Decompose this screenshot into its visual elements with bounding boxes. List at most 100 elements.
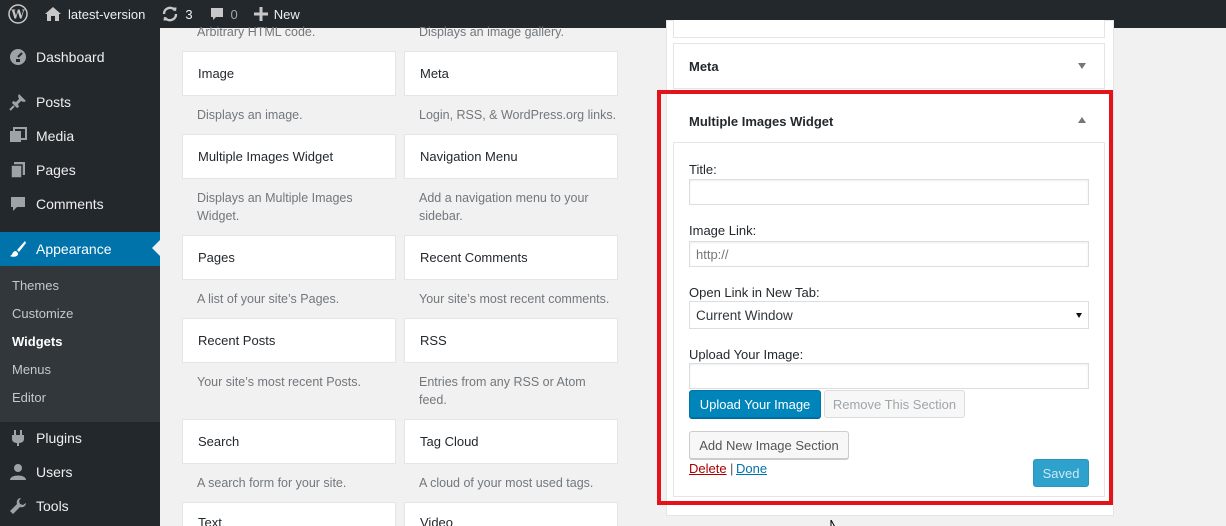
widget-title: Text (198, 515, 222, 526)
submenu-themes[interactable]: Themes (12, 278, 59, 293)
submenu-editor[interactable]: Editor (12, 390, 46, 405)
menu-comments[interactable]: Comments (0, 187, 160, 221)
dashboard-icon (0, 48, 36, 66)
widget-description: Displays an image gallery. (419, 25, 564, 39)
menu-label: Dashboard (36, 49, 105, 65)
submenu-menus[interactable]: Menus (12, 362, 51, 377)
menu-label: Users (36, 464, 73, 480)
widget-description: Arbitrary HTML code. (197, 25, 316, 39)
menu-dashboard[interactable]: Dashboard (0, 40, 160, 74)
widget-description: A cloud of your most used tags. (419, 476, 594, 490)
widget-description: Your site’s most recent Posts. (197, 375, 361, 389)
widget-image[interactable]: Image (182, 51, 396, 96)
upload-label: Upload Your Image: (689, 347, 804, 362)
saved-button[interactable]: Saved (1033, 459, 1089, 487)
done-link[interactable]: Done (736, 461, 767, 476)
home-icon (44, 6, 62, 22)
admin-sidebar: Dashboard Posts Media Pages Comments App… (0, 28, 160, 526)
delete-link[interactable]: Delete (689, 461, 727, 476)
menu-pages[interactable]: Pages (0, 153, 160, 187)
collapse-arrow-icon[interactable] (1078, 117, 1086, 123)
menu-appearance[interactable]: Appearance (0, 232, 160, 266)
image-link-input[interactable] (689, 241, 1089, 267)
upload-image-input[interactable] (689, 363, 1089, 389)
updates-link[interactable]: 3 (153, 0, 200, 28)
widget-description: A search form for your site. (197, 476, 347, 490)
submenu-widgets[interactable]: Widgets (12, 334, 62, 349)
image-link-label: Image Link: (689, 223, 757, 238)
menu-users[interactable]: Users (0, 455, 160, 489)
menu-label: Plugins (36, 430, 82, 446)
upload-image-button[interactable]: Upload Your Image (689, 390, 821, 418)
pages-icon (0, 161, 36, 179)
title-label: Title: (689, 162, 717, 177)
mouse-cursor-icon (830, 517, 840, 526)
paintbrush-icon (0, 240, 36, 258)
remove-section-button[interactable]: Remove This Section (824, 390, 965, 418)
widget-title: Multiple Images Widget (198, 149, 334, 164)
widget-search[interactable]: Search (182, 419, 396, 464)
widget-title: Video (420, 515, 454, 526)
widget-title: Recent Posts (198, 333, 276, 348)
widget-description: Your site’s most recent comments. (419, 292, 610, 306)
widget-title: Recent Comments (420, 250, 528, 265)
widget-description: Entries from any RSS or Atom feed. (419, 375, 586, 407)
menu-label: Tools (36, 498, 69, 514)
updates-count: 3 (185, 6, 193, 22)
wordpress-icon: W (8, 4, 28, 24)
plus-icon (253, 7, 268, 21)
widget-video[interactable]: Video (404, 502, 618, 526)
svg-text:W: W (10, 8, 25, 22)
menu-posts[interactable]: Posts (0, 85, 160, 119)
submenu-customize[interactable]: Customize (12, 306, 73, 321)
widget-description: Displays an image. (197, 108, 303, 122)
widget-title: Image (198, 66, 235, 81)
widget-recent-comments[interactable]: Recent Comments (404, 235, 618, 280)
widget-pages[interactable]: Pages (182, 235, 396, 280)
menu-media[interactable]: Media (0, 119, 160, 153)
menu-label: Comments (36, 196, 104, 212)
title-input[interactable] (689, 179, 1089, 205)
widget-description: Add a navigation menu to your sidebar. (419, 191, 589, 223)
select-caret-icon (1076, 313, 1082, 318)
menu-plugins[interactable]: Plugins (0, 421, 160, 455)
wordpress-logo-menu[interactable]: W (0, 0, 36, 28)
widget-rss[interactable]: RSS (404, 318, 618, 363)
widget-title: Meta (420, 66, 449, 81)
updates-icon (161, 5, 179, 23)
widget-description: Login, RSS, & WordPress.org links. (419, 108, 617, 122)
widget-meta-collapsed[interactable] (673, 43, 1105, 89)
site-name-link[interactable]: latest-version (36, 0, 153, 28)
widget-meta[interactable]: Meta (404, 51, 618, 96)
menu-label: Appearance (36, 241, 112, 257)
select-value: Current Window (696, 307, 793, 323)
new-label: New (273, 6, 300, 22)
wrench-icon (0, 497, 36, 515)
menu-tools[interactable]: Tools (0, 489, 160, 523)
widget-title: Tag Cloud (420, 434, 479, 449)
comment-icon (0, 195, 36, 213)
site-name: latest-version (68, 6, 146, 22)
previous-widget (673, 20, 1105, 38)
widget-recent-posts[interactable]: Recent Posts (182, 318, 396, 363)
open-link-label: Open Link in New Tab: (689, 285, 820, 300)
comments-count: 0 (230, 6, 238, 22)
comment-bubble-icon (209, 6, 225, 22)
widget-title: Navigation Menu (420, 149, 518, 164)
open-link-select[interactable]: Current Window (689, 301, 1089, 329)
menu-label: Media (36, 128, 75, 144)
widget-title: Search (198, 434, 240, 449)
widget-multiple-images[interactable]: Multiple Images Widget (182, 134, 396, 179)
expanded-widget-title: Multiple Images Widget (689, 114, 834, 129)
widget-tag-cloud[interactable]: Tag Cloud (404, 419, 618, 464)
widget-navigation-menu[interactable]: Navigation Menu (404, 134, 618, 179)
widget-text[interactable]: Text (182, 502, 396, 526)
user-icon (0, 463, 36, 481)
media-icon (0, 127, 36, 145)
expand-arrow-icon[interactable] (1078, 63, 1086, 69)
appearance-submenu: Themes Customize Widgets Menus Editor (0, 266, 160, 422)
plugin-icon (0, 429, 36, 447)
widget-title: Pages (198, 250, 235, 265)
widget-meta-title: Meta (689, 59, 719, 74)
add-image-section-button[interactable]: Add New Image Section (689, 431, 849, 459)
